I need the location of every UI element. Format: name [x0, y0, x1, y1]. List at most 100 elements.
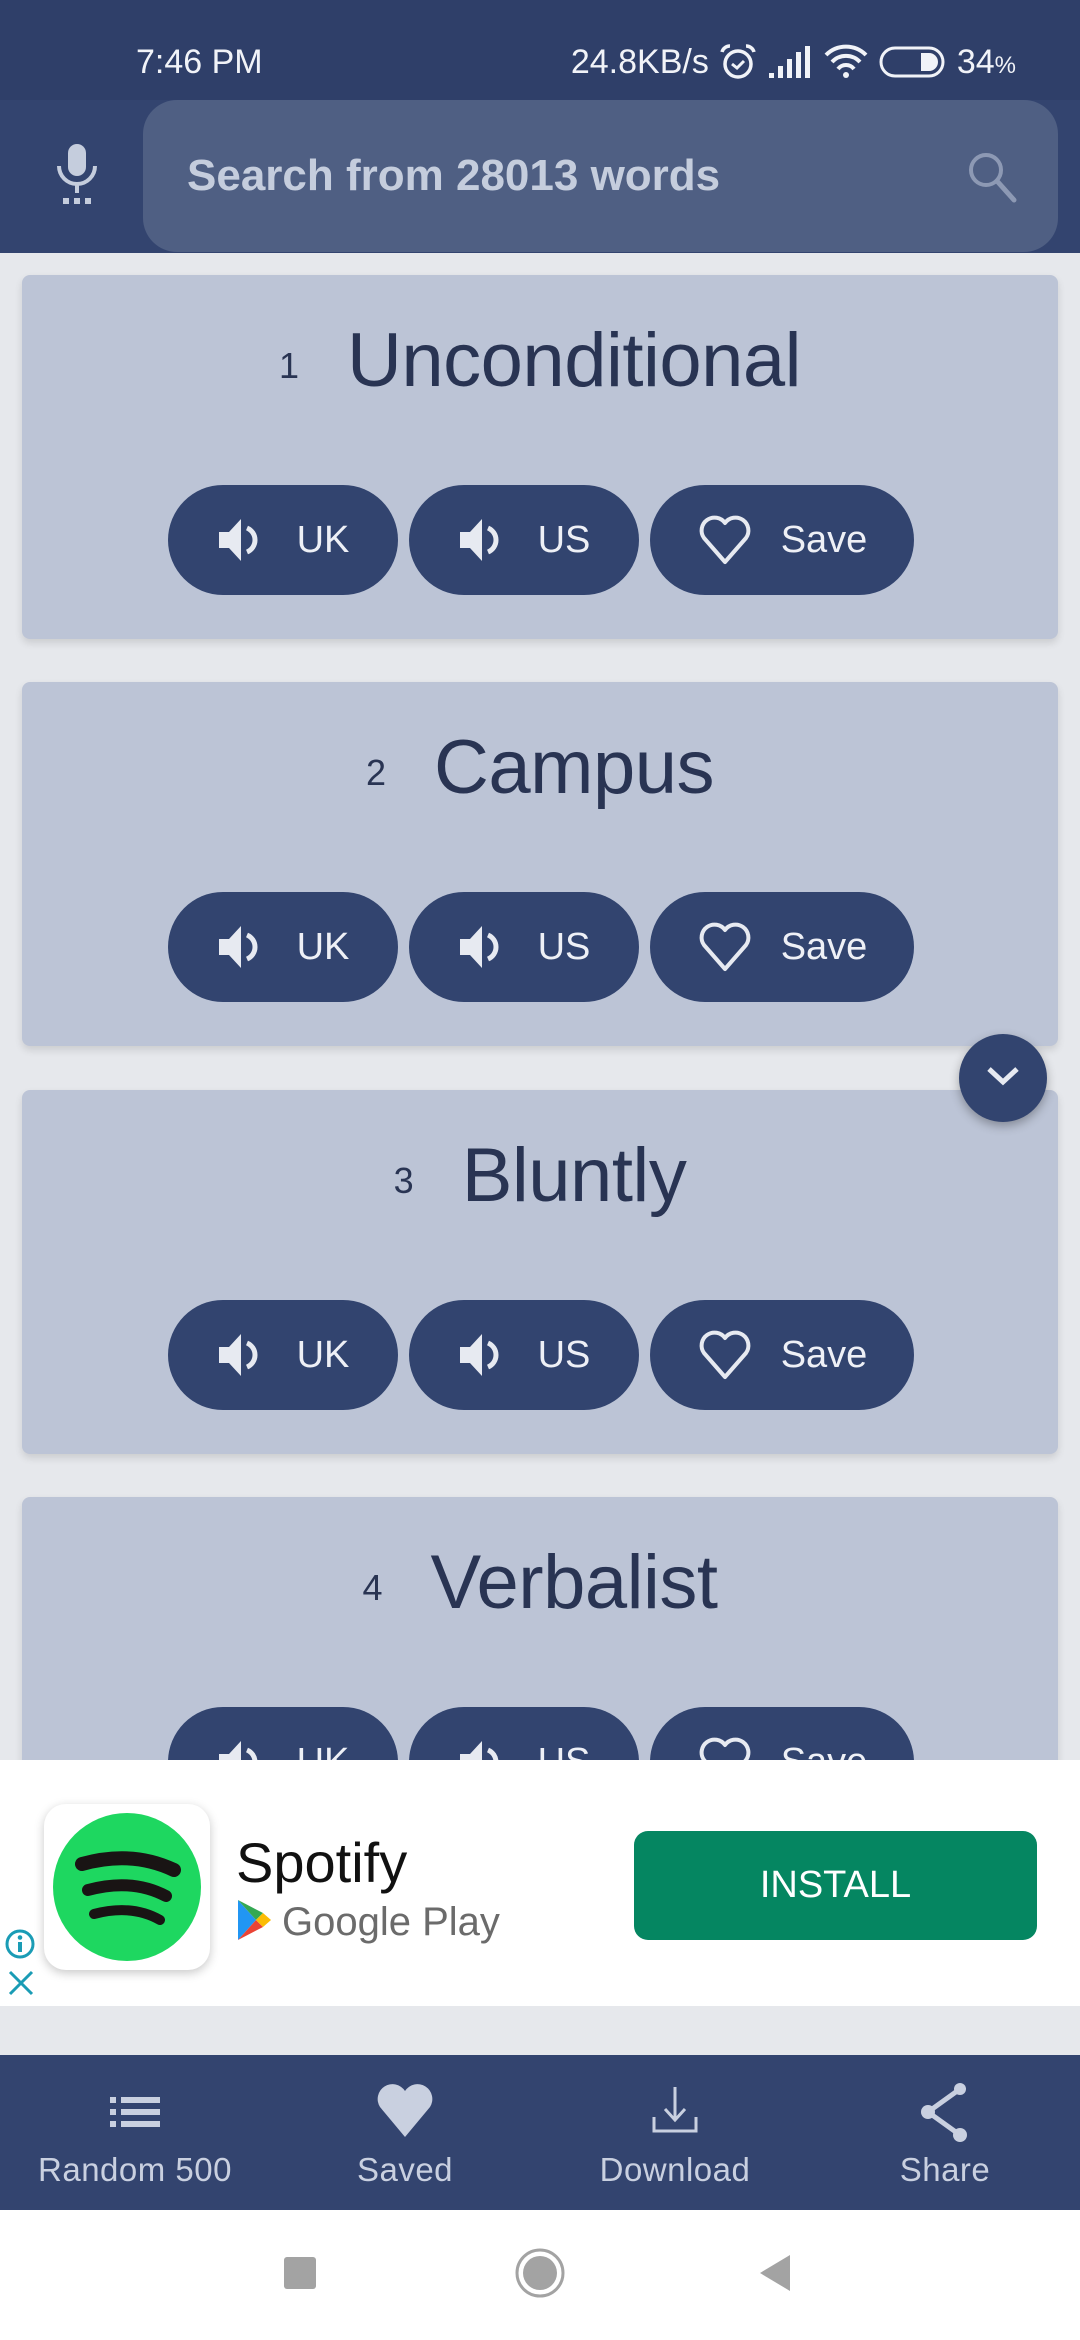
speaker-icon [458, 1738, 510, 1760]
heart-outline-icon [697, 1329, 753, 1381]
save-label: Save [780, 925, 868, 968]
alarm-icon [719, 43, 757, 81]
nav-download[interactable]: Download [540, 2055, 810, 2210]
spotify-app-icon[interactable] [44, 1804, 210, 1970]
nav-saved[interactable]: Saved [270, 2055, 540, 2210]
play-uk-button[interactable]: UK [168, 892, 398, 1002]
system-nav-bar [0, 2210, 1080, 2340]
status-bar: 7:46 PM 24.8KB/s 34% [0, 0, 1080, 100]
network-speed: 24.8KB/s [570, 42, 709, 81]
heart-outline-icon [697, 514, 753, 566]
play-us-label: US [537, 1333, 591, 1376]
speaker-icon [217, 516, 269, 564]
speaker-icon [458, 923, 510, 971]
save-label: Save [781, 1741, 868, 1761]
word-heading: 1 Unconditional [22, 315, 1058, 405]
word-card: 1 Unconditional UK US Save [22, 275, 1058, 639]
nav-random-500[interactable]: Random 500 [0, 2055, 270, 2210]
ad-app-name: Spotify [236, 1831, 408, 1894]
search-icon[interactable] [964, 148, 1020, 204]
home-button[interactable] [505, 2240, 575, 2310]
play-uk-label: UK [296, 925, 350, 968]
battery-percent: 34% [957, 43, 1016, 82]
circle-icon [514, 2247, 566, 2304]
list-icon [108, 2081, 162, 2143]
word-number: 4 [362, 1567, 383, 1608]
save-word-button[interactable]: Save [650, 892, 914, 1002]
nav-download-label: Download [599, 2151, 751, 2188]
battery-icon [879, 45, 947, 79]
speaker-icon [217, 1331, 269, 1379]
recents-button[interactable] [265, 2240, 335, 2310]
search-input[interactable] [187, 146, 947, 206]
word-card: 4 Verbalist UK US Save [22, 1497, 1058, 1760]
ad-store: Google Play [236, 1898, 500, 1947]
chevron-down-icon [986, 1065, 1020, 1092]
play-us-button[interactable]: US [409, 1300, 639, 1410]
google-play-icon [236, 1898, 272, 1947]
play-uk-button[interactable]: UK [168, 1300, 398, 1410]
word-number: 3 [393, 1160, 414, 1201]
scroll-down-button[interactable] [959, 1034, 1047, 1122]
word-heading: 4 Verbalist [22, 1537, 1058, 1627]
share-icon [918, 2081, 972, 2143]
word-list: 1 Unconditional UK US Save 2 Campus UK U… [0, 253, 1080, 1760]
ad-close-icon[interactable] [6, 1968, 36, 1998]
status-indicators: 24.8KB/s 34% [571, 40, 1016, 84]
save-label: Save [780, 1333, 868, 1376]
voice-search-button[interactable] [40, 140, 114, 214]
save-word-button[interactable]: Save [650, 485, 914, 595]
word-text: Unconditional [347, 317, 802, 403]
word-actions: UK US Save [168, 892, 914, 1002]
play-us-button[interactable]: US [409, 892, 639, 1002]
speaker-icon [217, 1738, 269, 1760]
save-label: Save [780, 518, 868, 561]
word-card: 3 Bluntly UK US Save [22, 1090, 1058, 1454]
square-icon [283, 2256, 317, 2295]
play-uk-label: UK [296, 518, 350, 561]
word-text: Campus [434, 724, 715, 810]
speaker-icon [217, 923, 269, 971]
nav-share[interactable]: Share [810, 2055, 1080, 2210]
save-word-button[interactable]: Save [650, 1300, 914, 1410]
play-us-button[interactable]: US [409, 1707, 639, 1760]
heart-outline-icon [697, 921, 753, 973]
word-actions: UK US Save [168, 1707, 914, 1760]
nav-saved-label: Saved [356, 2151, 454, 2188]
play-us-label: US [537, 925, 591, 968]
mic-icon [55, 142, 99, 213]
download-icon [650, 2081, 700, 2143]
play-uk-button[interactable]: UK [168, 485, 398, 595]
battery-suffix: % [994, 51, 1016, 79]
speaker-icon [458, 516, 510, 564]
play-uk-label: UK [296, 1333, 350, 1376]
word-text: Verbalist [430, 1539, 719, 1625]
ad-banner[interactable]: Spotify Google Play INSTALL [0, 1760, 1080, 2006]
back-button[interactable] [740, 2240, 810, 2310]
word-actions: UK US Save [168, 485, 914, 595]
back-triangle-icon [758, 2253, 792, 2298]
word-card: 2 Campus UK US Save [22, 682, 1058, 1046]
search-box [143, 100, 1058, 252]
wifi-icon [823, 43, 869, 81]
word-text: Bluntly [461, 1132, 687, 1218]
ad-info-icon[interactable] [4, 1928, 36, 1960]
status-time: 7:46 PM [136, 43, 263, 81]
play-us-label: US [537, 518, 591, 561]
battery-value: 34 [956, 42, 995, 81]
play-uk-button[interactable]: UK [168, 1707, 398, 1760]
ad-store-label: Google Play [282, 1900, 500, 1944]
install-button[interactable]: INSTALL [634, 1831, 1037, 1940]
word-heading: 3 Bluntly [22, 1130, 1058, 1220]
app-header [0, 100, 1080, 253]
word-heading: 2 Campus [22, 722, 1058, 812]
bottom-nav: Random 500 Saved Download Share [0, 2055, 1080, 2210]
heart-outline-icon [697, 1736, 753, 1760]
signal-icon [767, 45, 813, 79]
play-us-button[interactable]: US [409, 485, 639, 595]
word-actions: UK US Save [168, 1300, 914, 1410]
speaker-icon [458, 1331, 510, 1379]
save-word-button[interactable]: Save [650, 1707, 914, 1760]
screen: 7:46 PM 24.8KB/s 34% Search from 28013 w… [0, 0, 1080, 2340]
nav-random-500-label: Random 500 [38, 2151, 232, 2188]
